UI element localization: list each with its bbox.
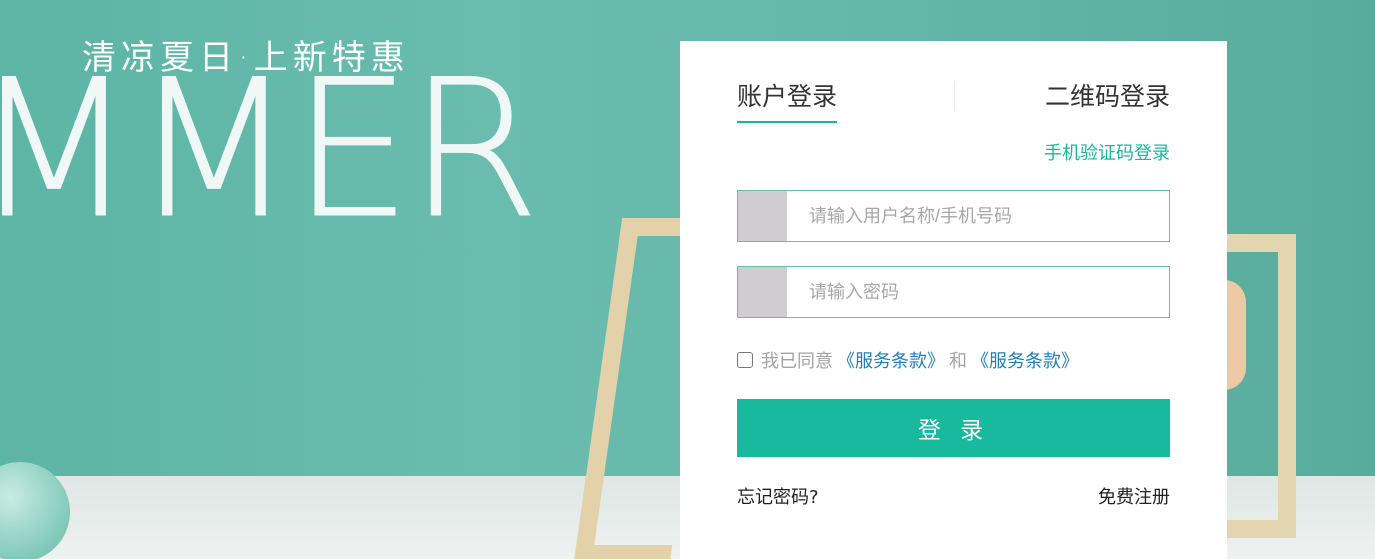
user-icon (738, 191, 787, 241)
banner-big-word-text: MMER (0, 39, 540, 260)
login-tabs: 账户登录 二维码登录 (737, 77, 1170, 123)
login-button[interactable]: 登 录 (737, 399, 1170, 457)
username-input[interactable] (787, 191, 1169, 241)
terms-link-2[interactable]: 《服务条款》 (971, 347, 1079, 373)
egg-decoration (1224, 280, 1246, 390)
lock-icon (738, 267, 787, 317)
username-field (737, 190, 1170, 242)
login-page: 清凉夏日·上新特惠 MMER 账户登录 二维码登录 手机验证码登录 我已同意 《… (0, 0, 1375, 559)
tab-divider (954, 81, 955, 111)
agree-checkbox[interactable] (737, 352, 753, 368)
sms-login-link[interactable]: 手机验证码登录 (1044, 139, 1170, 165)
tab-account-login[interactable]: 账户登录 (737, 77, 838, 123)
banner-big-word: MMER (0, 54, 540, 245)
terms-link-1[interactable]: 《服务条款》 (837, 347, 945, 373)
agree-and: 和 (949, 351, 967, 372)
tab-qrcode-login[interactable]: 二维码登录 (1045, 77, 1170, 121)
password-input[interactable] (787, 267, 1169, 317)
login-card: 账户登录 二维码登录 手机验证码登录 我已同意 《服务条款》 和 《服务条款》 … (680, 41, 1227, 559)
agree-prefix: 我已同意 (761, 351, 833, 372)
agreement-row: 我已同意 《服务条款》 和 《服务条款》 (737, 347, 1083, 373)
register-link[interactable]: 免费注册 (1098, 483, 1170, 509)
forgot-password-link[interactable]: 忘记密码? (737, 483, 819, 509)
password-field (737, 266, 1170, 318)
